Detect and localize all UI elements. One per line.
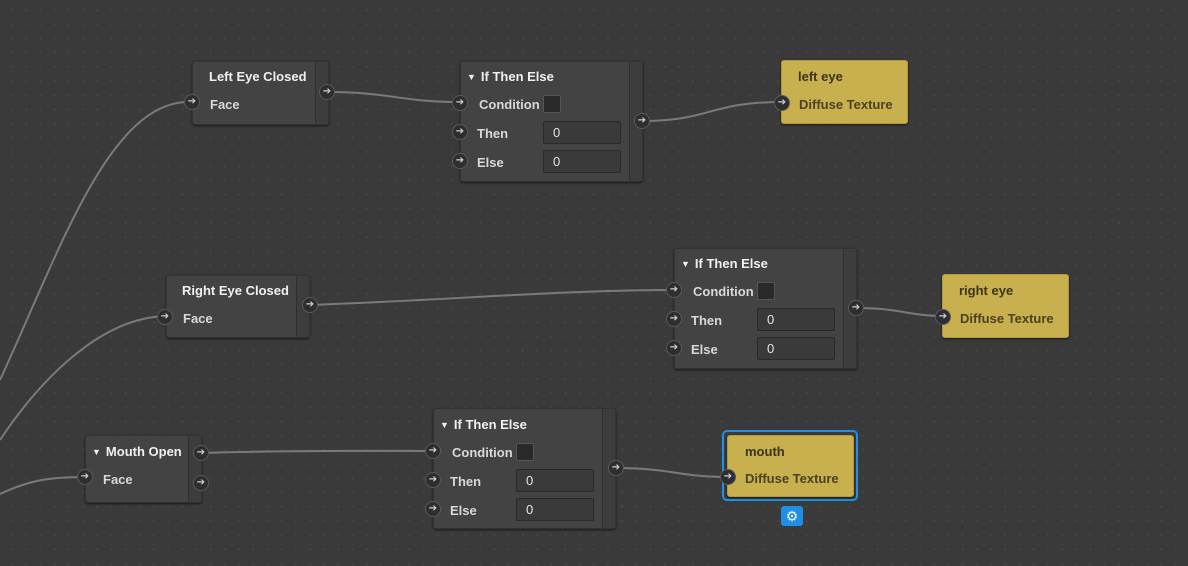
port-label-diffuse-texture: Diffuse Texture (745, 471, 839, 486)
else-value-field[interactable]: 0 (757, 337, 835, 360)
then-value-field[interactable]: 0 (516, 469, 594, 492)
node-if-then-else-2[interactable]: ▼ If Then Else Condition Then 0 Else 0 (674, 248, 857, 369)
wire-face-right-eye (0, 315, 166, 441)
triangle-down-icon[interactable]: ▼ (92, 447, 101, 457)
node-mouth-open[interactable]: ▼ Mouth Open Face (85, 435, 202, 503)
node-right-eye-closed[interactable]: Right Eye Closed Face (166, 275, 310, 338)
port-label-diffuse-texture: Diffuse Texture (799, 97, 893, 112)
node-if-then-else-3[interactable]: ▼ If Then Else Condition Then 0 Else 0 (433, 408, 616, 529)
arrow-right-icon[interactable]: ➔ (720, 469, 736, 485)
arrow-right-icon[interactable]: ➔ (184, 94, 200, 110)
wire-if3-mouth (615, 467, 728, 478)
gear-icon[interactable]: ⚙ (781, 506, 803, 526)
arrow-right-icon[interactable]: ➔ (666, 282, 682, 298)
port-label-else: Else (477, 155, 504, 170)
wire-if1-lefteye (641, 101, 783, 122)
arrow-right-icon[interactable]: ➔ (774, 95, 790, 111)
port-label-else: Else (691, 342, 718, 357)
condition-checkbox[interactable] (757, 282, 775, 300)
port-label-diffuse-texture: Diffuse Texture (960, 311, 1054, 326)
port-label-face: Face (103, 472, 133, 487)
node-title: Right Eye Closed (182, 283, 289, 298)
wire-face-mouth (0, 476, 86, 495)
port-label-condition: Condition (452, 445, 513, 460)
triangle-down-icon[interactable]: ▼ (440, 420, 449, 430)
node-left-eye-closed[interactable]: Left Eye Closed Face (192, 61, 329, 125)
port-label-face: Face (183, 311, 213, 326)
wire-rec-if2 (309, 289, 675, 306)
arrow-right-icon[interactable]: ➔ (452, 124, 468, 140)
arrow-right-icon[interactable]: ➔ (452, 153, 468, 169)
node-right-eye-material[interactable]: right eye Diffuse Texture (942, 274, 1069, 338)
port-label-condition: Condition (693, 284, 754, 299)
arrow-right-icon[interactable]: ➔ (193, 445, 209, 461)
then-value-field[interactable]: 0 (757, 308, 835, 331)
arrow-right-icon[interactable]: ➔ (848, 300, 864, 316)
then-value-field[interactable]: 0 (543, 121, 621, 144)
wire-lec-if1 (327, 91, 461, 103)
arrow-right-icon[interactable]: ➔ (425, 472, 441, 488)
node-title: right eye (959, 283, 1014, 298)
condition-checkbox[interactable] (516, 443, 534, 461)
wire-face-left-eye (0, 100, 191, 381)
arrow-right-icon[interactable]: ➔ (608, 460, 624, 476)
wire-if2-righteye (855, 307, 943, 317)
node-title: ▼ If Then Else (440, 417, 527, 432)
arrow-right-icon[interactable]: ➔ (452, 95, 468, 111)
arrow-right-icon[interactable]: ➔ (77, 469, 93, 485)
arrow-right-icon[interactable]: ➔ (634, 113, 650, 129)
arrow-right-icon[interactable]: ➔ (193, 475, 209, 491)
node-title: left eye (798, 69, 843, 84)
else-value-field[interactable]: 0 (516, 498, 594, 521)
port-label-then: Then (450, 474, 482, 489)
port-label-else: Else (450, 503, 477, 518)
node-title: ▼ If Then Else (681, 256, 768, 271)
arrow-right-icon[interactable]: ➔ (935, 309, 951, 325)
port-label-face: Face (210, 97, 240, 112)
node-title: ▼ If Then Else (467, 69, 554, 84)
port-label-then: Then (477, 126, 509, 141)
else-value-field[interactable]: 0 (543, 150, 621, 173)
node-mouth-material[interactable]: mouth Diffuse Texture (727, 435, 854, 497)
node-if-then-else-1[interactable]: ▼ If Then Else Condition Then 0 Else 0 (460, 61, 643, 182)
arrow-right-icon[interactable]: ➔ (319, 84, 335, 100)
arrow-right-icon[interactable]: ➔ (425, 501, 441, 517)
condition-checkbox[interactable] (543, 95, 561, 113)
arrow-right-icon[interactable]: ➔ (157, 309, 173, 325)
triangle-down-icon[interactable]: ▼ (681, 259, 690, 269)
node-title: Left Eye Closed (209, 69, 307, 84)
triangle-down-icon[interactable]: ▼ (467, 72, 476, 82)
arrow-right-icon[interactable]: ➔ (666, 311, 682, 327)
arrow-right-icon[interactable]: ➔ (666, 340, 682, 356)
arrow-right-icon[interactable]: ➔ (302, 297, 318, 313)
node-title: ▼ Mouth Open (92, 444, 182, 459)
node-left-eye-material[interactable]: left eye Diffuse Texture (781, 60, 908, 124)
node-title: mouth (745, 444, 785, 459)
wire-mo-if3 (200, 449, 434, 454)
port-label-condition: Condition (479, 97, 540, 112)
arrow-right-icon[interactable]: ➔ (425, 443, 441, 459)
port-label-then: Then (691, 313, 723, 328)
